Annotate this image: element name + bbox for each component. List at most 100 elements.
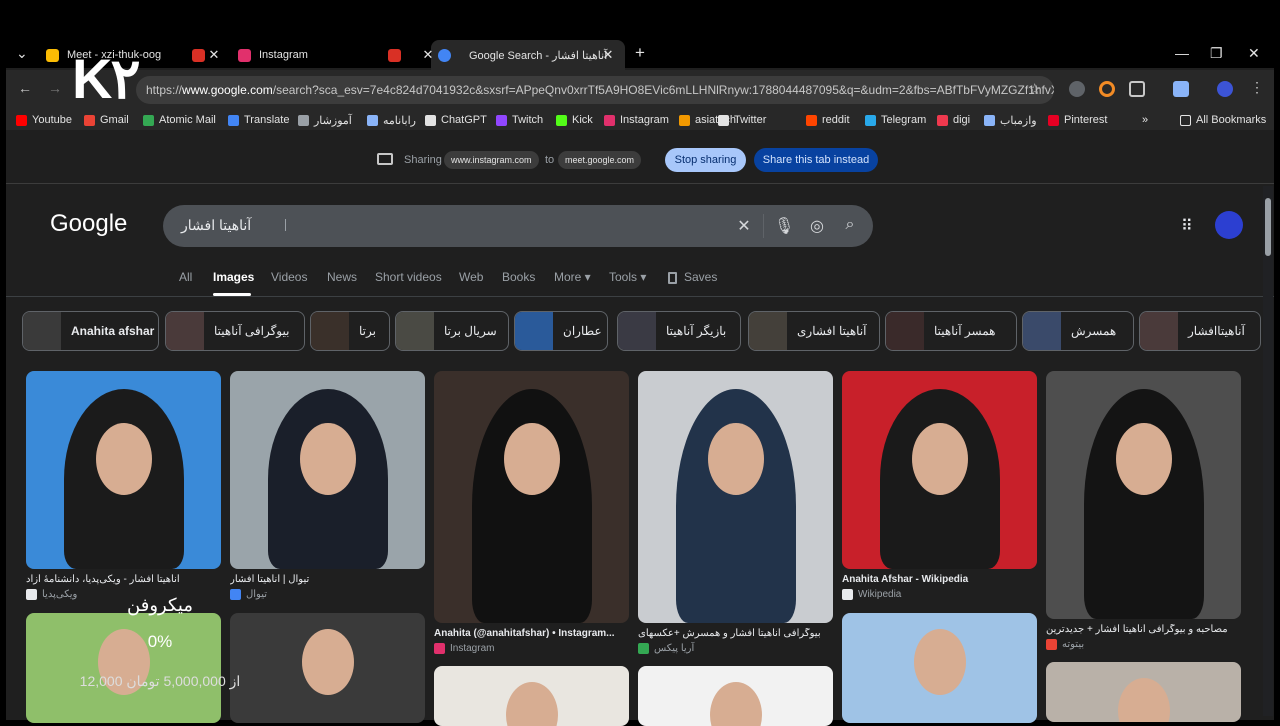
related-search-chip[interactable]: بیوگرافی آناهیتا <box>165 311 305 351</box>
bookmark-item[interactable]: رابانامه <box>367 112 416 128</box>
related-search-chip[interactable]: Anahita afshar <box>22 311 159 351</box>
profile-avatar[interactable] <box>1217 81 1233 97</box>
bookmark-item[interactable]: Twitter <box>718 112 766 128</box>
related-search-chip[interactable]: بازیگر آناهیتا <box>617 311 741 351</box>
tab-recording[interactable] <box>192 42 232 68</box>
tab-news[interactable]: News <box>327 270 357 284</box>
close-icon[interactable]: ✕ <box>420 47 436 63</box>
result-caption[interactable]: بیوگرافی آناهیتا افشار و همسرش +عکسهای <box>638 628 833 639</box>
tab-all[interactable]: All <box>179 270 192 284</box>
image-result[interactable] <box>230 613 425 723</box>
result-source[interactable]: ویکی‌پدیا <box>26 589 77 600</box>
bookmark-item[interactable]: Twitch <box>496 112 543 128</box>
microphone-icon[interactable]: 🎙 <box>774 216 794 236</box>
image-result[interactable] <box>638 666 833 726</box>
bookmark-item[interactable]: Atomic Mail <box>143 112 216 128</box>
result-source[interactable]: تیوال <box>230 589 267 600</box>
bookmark-item[interactable]: آموزشار <box>298 112 352 128</box>
extension-icon[interactable] <box>1069 81 1085 97</box>
related-search-chip[interactable]: همسرش <box>1022 311 1134 351</box>
menu-icon[interactable]: ⋮ <box>1250 79 1264 96</box>
translate-icon[interactable] <box>1173 81 1189 97</box>
bookmark-item[interactable]: digi <box>937 112 970 128</box>
related-search-chip[interactable]: آناهیتاافشار <box>1139 311 1261 351</box>
tab-videos[interactable]: Videos <box>271 270 307 284</box>
source-favicon <box>842 589 853 600</box>
lens-icon[interactable]: ◎ <box>807 216 827 236</box>
url-host: www.google.com <box>182 83 273 97</box>
extension-record-icon[interactable] <box>1099 81 1115 97</box>
star-icon[interactable]: ☆ <box>1028 80 1041 98</box>
image-result[interactable] <box>638 371 833 623</box>
image-result[interactable] <box>230 371 425 569</box>
tab-short-videos[interactable]: Short videos <box>375 270 442 284</box>
apps-icon[interactable]: ⠿ <box>1181 216 1193 236</box>
related-search-chip[interactable]: آناهیتا افشاری <box>748 311 880 351</box>
stop-sharing-button[interactable]: Stop sharing <box>665 148 746 172</box>
result-source[interactable]: آریا پیکس <box>638 643 694 654</box>
result-caption[interactable]: Anahita (@anahitafshar) • Instagram... <box>434 628 629 639</box>
bookmark-item[interactable]: Youtube <box>16 112 72 128</box>
bookmark-item[interactable]: Pinterest <box>1048 112 1107 128</box>
related-search-chip[interactable]: عطاران <box>514 311 608 351</box>
search-query[interactable]: آناهیتا افشار <box>181 217 251 234</box>
result-source[interactable]: Wikipedia <box>842 589 901 600</box>
share-this-tab-button[interactable]: Share this tab instead <box>754 148 878 172</box>
new-tab-button[interactable]: + <box>635 43 645 63</box>
result-caption[interactable]: Anahita Afshar - Wikipedia <box>842 574 1037 585</box>
tab-tools[interactable]: Tools ▾ <box>609 270 646 284</box>
bookmark-item[interactable]: Kick <box>556 112 593 128</box>
search-input[interactable] <box>163 205 873 247</box>
image-result[interactable] <box>26 371 221 569</box>
forward-icon[interactable]: → <box>48 80 62 96</box>
tab-recording-2[interactable] <box>388 42 408 68</box>
result-caption[interactable]: تیوال | آناهیتا افشار <box>230 574 425 585</box>
window-close-button[interactable]: ✕ <box>1248 45 1260 62</box>
puzzle-icon[interactable] <box>1129 81 1145 97</box>
image-result[interactable] <box>842 613 1037 723</box>
bookmarks-overflow[interactable]: » <box>1142 112 1148 128</box>
all-bookmarks[interactable]: All Bookmarks <box>1180 112 1266 128</box>
scrollbar[interactable] <box>1263 186 1273 716</box>
minimize-button[interactable]: — <box>1175 45 1189 61</box>
tab-web[interactable]: Web <box>459 270 483 284</box>
bookmark-item[interactable]: Telegram <box>865 112 926 128</box>
tab-books[interactable]: Books <box>502 270 535 284</box>
address-bar[interactable]: https://www.google.com/search?sca_esv=7e… <box>136 76 1054 104</box>
image-result[interactable] <box>434 371 629 623</box>
bookmark-item[interactable]: Gmail <box>84 112 129 128</box>
search-icon[interactable]: ⌕ <box>840 216 860 234</box>
clear-icon[interactable]: ✕ <box>734 216 754 236</box>
bookmark-item[interactable]: ChatGPT <box>425 112 487 128</box>
image-result[interactable] <box>842 371 1037 569</box>
bookmark-item[interactable]: reddit <box>806 112 850 128</box>
image-result[interactable] <box>1046 371 1241 619</box>
photo-face <box>504 423 560 495</box>
tab-more[interactable]: More ▾ <box>554 270 591 284</box>
tab-search-icon[interactable]: ⌄ <box>16 45 28 62</box>
source-label: تیوال <box>246 589 268 600</box>
bookmark-item[interactable]: Translate <box>228 112 289 128</box>
bookmark-label: Kick <box>572 114 593 126</box>
close-icon[interactable]: ✕ <box>600 47 616 63</box>
result-source[interactable]: بیتوته <box>1046 639 1084 650</box>
related-search-chip[interactable]: سریال برتا <box>395 311 509 351</box>
google-logo[interactable]: Google <box>50 210 127 238</box>
result-caption[interactable]: مصاحبه و بیوگرافی آناهیتا افشار + جدیدتر… <box>1046 624 1241 635</box>
result-source[interactable]: Instagram <box>434 643 494 654</box>
maximize-button[interactable]: ❐ <box>1210 45 1223 62</box>
image-result[interactable] <box>434 666 629 726</box>
result-caption[interactable]: آناهیتا افشار - ویکی‌پدیا، دانشنامهٔ آزا… <box>26 574 221 585</box>
bookmark-item[interactable]: وازمباب <box>984 112 1037 128</box>
back-icon[interactable]: ← <box>18 80 32 96</box>
tab-google-search[interactable]: Google Search - آناهیتا افشار ✕ <box>438 42 624 68</box>
related-search-chip[interactable]: همسر آناهیتا <box>885 311 1017 351</box>
tab-saves[interactable]: Saves <box>684 270 717 284</box>
bookmark-item[interactable]: Instagram <box>604 112 669 128</box>
account-avatar[interactable] <box>1215 211 1243 239</box>
scrollbar-thumb[interactable] <box>1265 198 1271 256</box>
image-result[interactable] <box>26 613 221 723</box>
image-result[interactable] <box>1046 662 1241 722</box>
related-search-chip[interactable]: برتا <box>310 311 390 351</box>
tab-images[interactable]: Images <box>213 270 254 284</box>
